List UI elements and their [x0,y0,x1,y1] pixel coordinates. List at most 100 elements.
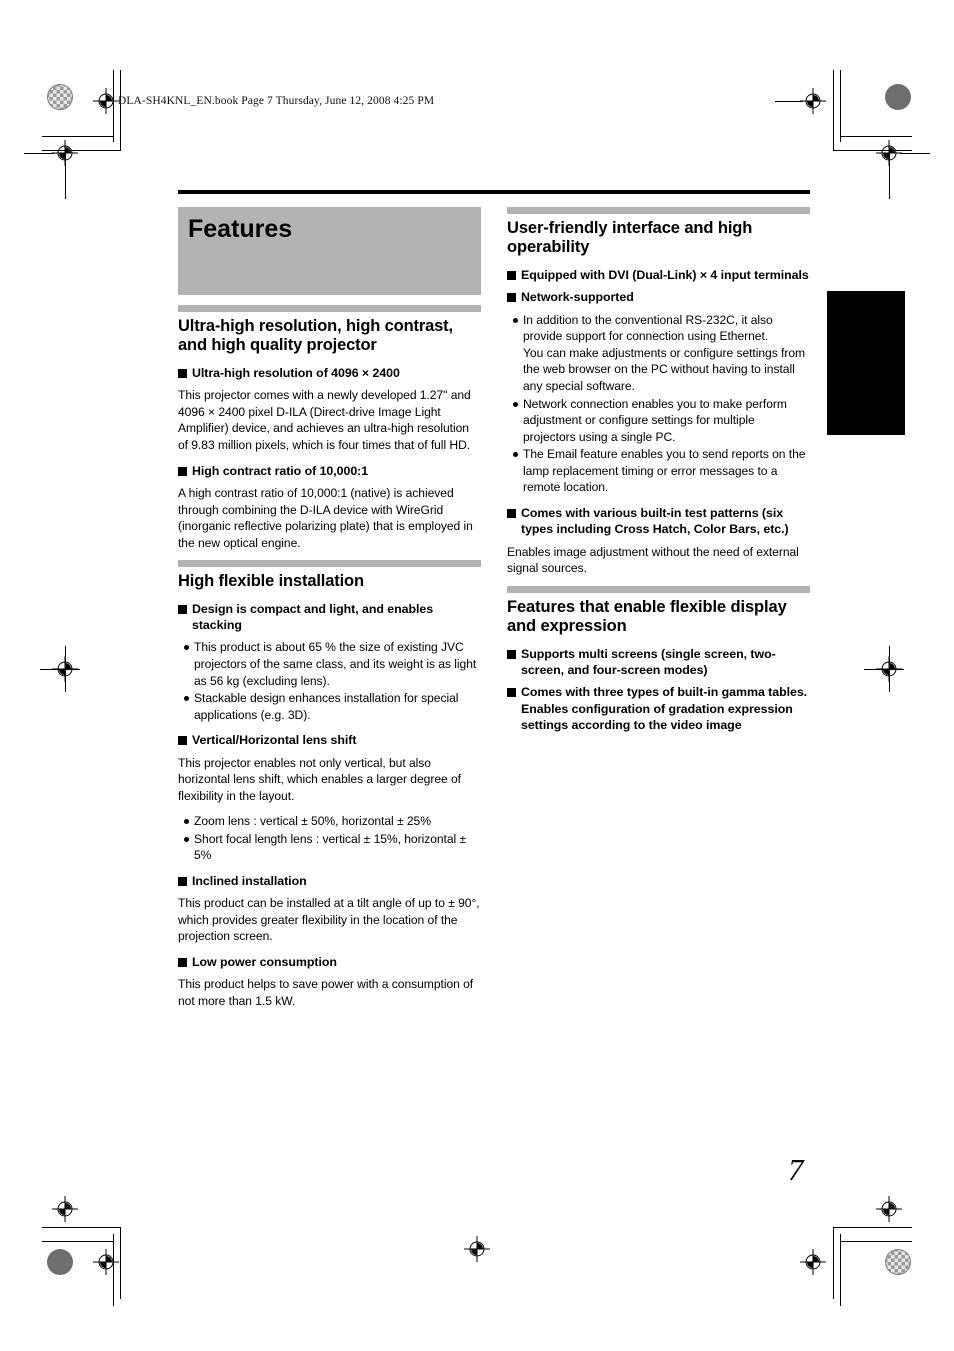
section-heading: Features that enable flexible display an… [507,597,787,636]
list-item-text: Zoom lens : vertical ± 50%, horizontal ±… [194,814,431,829]
crop-mark-line [833,1227,834,1299]
color-registration-patch-top-right [885,84,911,110]
feature-heading-item: Comes with various built-in test pattern… [507,505,810,538]
left-column-sections: Ultra-high resolution, high contrast, an… [178,305,481,1010]
color-registration-patch-bottom-right [885,1249,911,1275]
body-paragraph: A high contrast ratio of 10,000:1 (nativ… [178,485,473,550]
page-title: Features [188,215,293,243]
square-bullet-icon [507,688,516,698]
square-bullet-icon [507,293,516,303]
square-bullet-icon [178,958,187,968]
feature-heading-item: Inclined installation [178,873,481,889]
body-paragraph: This projector comes with a newly develo… [178,388,471,452]
color-registration-patch-top-left [47,84,73,110]
feature-heading-item: Network-supported [507,289,810,305]
registration-target-icon [93,1249,119,1275]
feature-heading-text: Comes with various built-in test pattern… [521,505,789,537]
bullet-list: Zoom lens : vertical ± 50%, horizontal ±… [178,813,481,864]
feature-heading-item: Low power consumption [178,954,481,970]
crop-mark-line [889,646,890,692]
crop-mark-line [840,1234,841,1306]
list-item: Short focal length lens : vertical ± 15%… [178,831,481,864]
feature-heading-item: Ultra-high resolution of 4096 × 2400 [178,365,481,381]
list-item: Zoom lens : vertical ± 50%, horizontal ±… [178,813,481,830]
right-column: User-friendly interface and high operabi… [507,207,810,740]
feature-heading-item: Comes with three types of built-in gamma… [507,684,810,733]
list-item: The Email feature enables you to send re… [507,446,810,496]
feature-heading-text: Design is compact and light, and enables… [192,601,434,633]
feature-heading-text: Equipped with DVI (Dual-Link) × 4 input … [521,267,809,282]
crop-mark-line [65,646,66,692]
list-item-text: In addition to the conventional RS-232C,… [523,312,806,393]
list-item: In addition to the conventional RS-232C,… [507,312,810,395]
body-paragraph: This product can be installed at a tilt … [178,896,480,944]
color-registration-patch-bottom-left [47,1249,73,1275]
content-section: User-friendly interface and high operabi… [507,207,810,577]
crop-mark-line [42,1241,114,1242]
feature-heading-text: Supports multi screens (single screen, t… [521,646,776,678]
square-bullet-icon [178,604,187,614]
section-heading: Ultra-high resolution, high contrast, an… [178,317,453,355]
crop-mark-line [900,153,930,154]
crop-mark-line [65,153,66,199]
round-bullet-icon [513,452,518,458]
crop-mark-line [864,669,904,670]
crop-mark-line [840,70,841,142]
crop-mark-line [120,70,121,150]
square-bullet-icon [178,876,187,886]
round-bullet-icon [513,401,518,407]
feature-heading-item: Vertical/Horizontal lens shift [178,732,481,748]
crop-mark-line [775,101,803,102]
round-bullet-icon [184,819,189,825]
page-content: Features Ultra-high resolution, high con… [178,190,810,1019]
feature-heading-text: Comes with three types of built-in gamma… [521,685,808,733]
round-bullet-icon [184,836,189,842]
right-column-sections: User-friendly interface and high operabi… [507,207,810,734]
feature-heading-item: High contract ratio of 10,000:1 [178,463,481,479]
crop-mark-line [42,1227,121,1228]
bullet-list: In addition to the conventional RS-232C,… [507,312,810,496]
list-item-text: This product is about 65 % the size of e… [194,640,477,688]
content-section: Features that enable flexible display an… [507,585,810,734]
page-number: 7 [788,1152,804,1187]
section-divider-bar [507,207,810,214]
square-bullet-icon [507,508,516,518]
document-page: DLA-SH4KNL_EN.book Page 7 Thursday, June… [0,0,954,1351]
feature-heading-text: Low power consumption [192,955,337,970]
top-horizontal-rule [178,190,810,194]
feature-heading-text: Inclined installation [192,873,307,888]
feature-heading-item: Design is compact and light, and enables… [178,601,481,634]
left-column: Features Ultra-high resolution, high con… [178,207,481,1019]
document-title-block: Features [178,207,481,295]
list-item-text: Stackable design enhances installation f… [194,691,459,722]
feature-heading-text: High contract ratio of 10,000:1 [192,463,369,478]
crop-mark-line [24,153,54,154]
round-bullet-icon [184,645,189,651]
crop-mark-line [120,1227,121,1299]
list-item-text: Short focal length lens : vertical ± 15%… [194,831,467,863]
crop-mark-line [833,1227,912,1228]
body-paragraph: Enables image adjustment without the nee… [507,544,799,576]
registration-target-icon [800,1249,826,1275]
registration-target-icon [52,1196,78,1222]
round-bullet-icon [513,317,518,323]
content-section: Ultra-high resolution, high contrast, an… [178,305,481,551]
registration-target-icon [876,1196,902,1222]
feature-heading-item: Supports multi screens (single screen, t… [507,646,810,679]
body-paragraph: This product helps to save power with a … [178,977,474,1008]
crop-mark-line [840,1241,912,1242]
feature-heading-text: Network-supported [521,290,634,305]
square-bullet-icon [178,368,187,378]
bullet-list: This product is about 65 % the size of e… [178,639,481,723]
crop-mark-line [833,70,834,150]
list-item: Network connection enables you to make p… [507,396,810,446]
crop-mark-line [42,136,114,137]
thumb-index-tab [827,291,905,435]
square-bullet-icon [507,649,516,659]
two-column-layout: Features Ultra-high resolution, high con… [178,207,810,1019]
feature-heading-item: Equipped with DVI (Dual-Link) × 4 input … [507,267,810,283]
list-item-text: Network connection enables you to make p… [523,396,787,444]
content-section: High flexible installation Design is comp… [178,560,481,1009]
list-item-text: The Email feature enables you to send re… [523,447,806,495]
registration-target-icon [464,1236,490,1262]
